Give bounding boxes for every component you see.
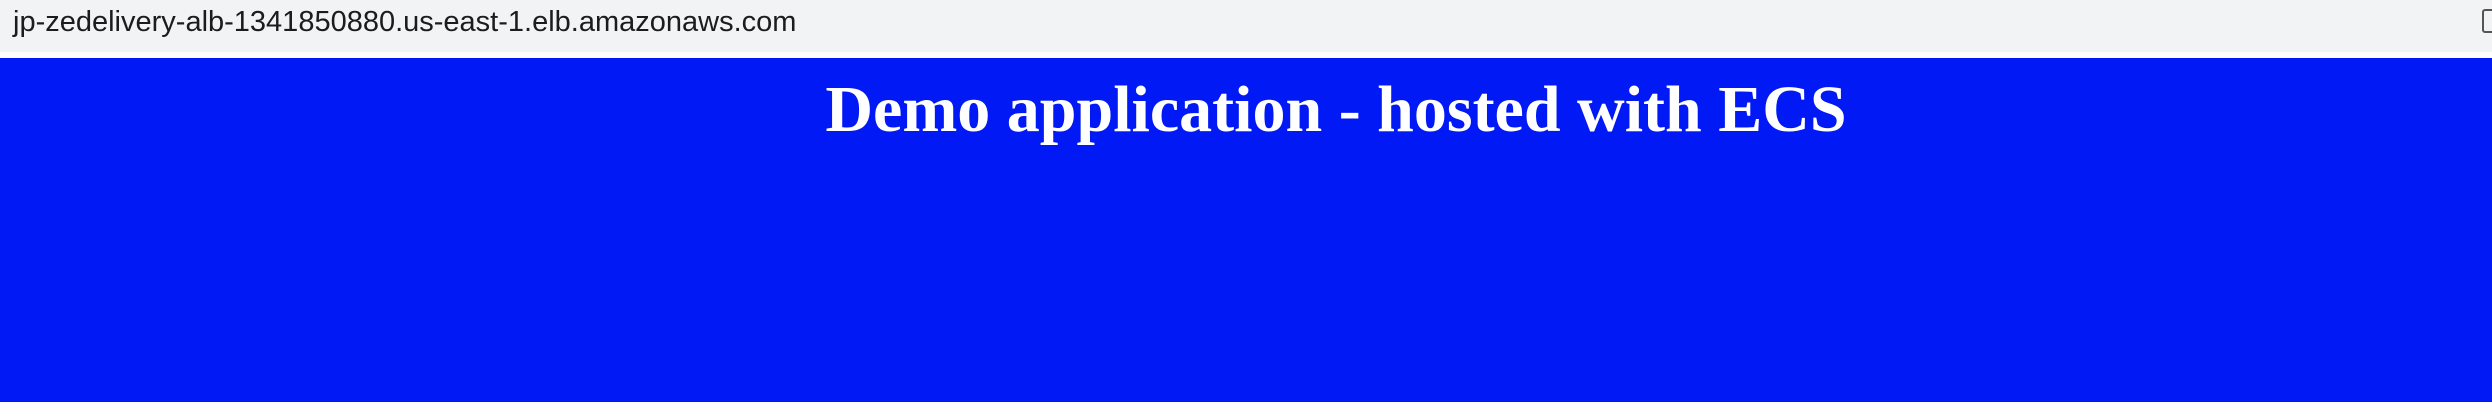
browser-address-bar[interactable]: jp-zedelivery-alb-1341850880.us-east-1.e… — [0, 0, 2492, 58]
url-text[interactable]: jp-zedelivery-alb-1341850880.us-east-1.e… — [13, 4, 796, 40]
page-title: Demo application - hosted with ECS — [825, 73, 1847, 146]
page-content: Demo application - hosted with ECS — [0, 58, 2492, 402]
share-icon[interactable] — [2482, 9, 2492, 33]
